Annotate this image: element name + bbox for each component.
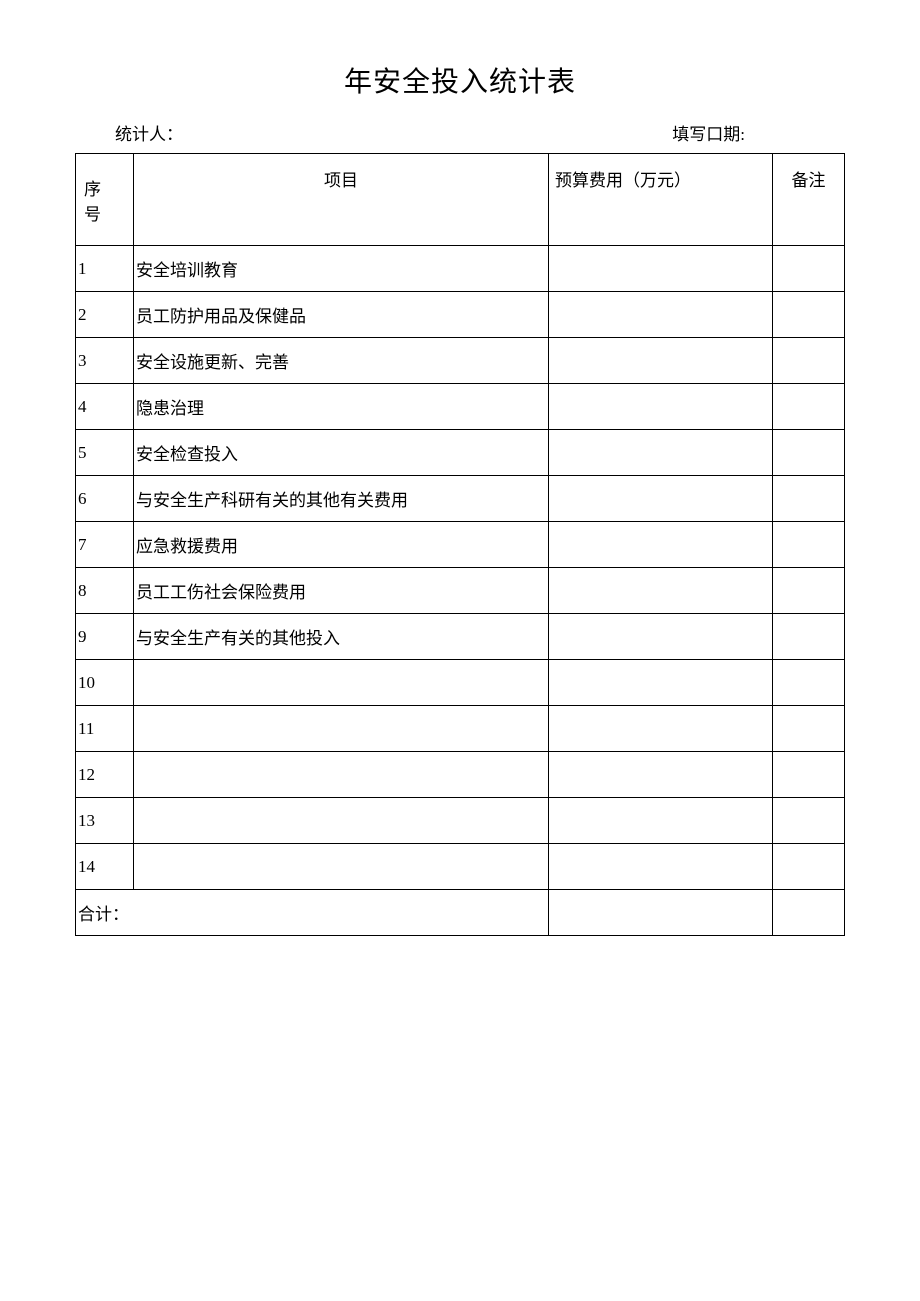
header-budget: 预算费用（万元） [549,154,773,246]
cell-remark [773,798,845,844]
cell-budget [549,798,773,844]
cell-budget [549,522,773,568]
cell-budget [549,614,773,660]
cell-seq: 4 [76,384,134,430]
cell-remark [773,706,845,752]
cell-item [134,706,549,752]
table-row: 13 [76,798,845,844]
table-row: 12 [76,752,845,798]
cell-item [134,798,549,844]
cell-remark [773,338,845,384]
cell-remark [773,614,845,660]
cell-seq: 6 [76,476,134,522]
header-item: 项目 [134,154,549,246]
table-header-row: 序 号 项目 预算费用（万元） 备注 [76,154,845,246]
cell-item: 安全培训教育 [134,246,549,292]
cell-budget [549,706,773,752]
cell-seq: 11 [76,706,134,752]
cell-item: 安全检查投入 [134,430,549,476]
cell-seq: 13 [76,798,134,844]
cell-remark [773,246,845,292]
total-budget [549,890,773,936]
page-title: 年安全投入统计表 [75,60,845,100]
cell-remark [773,476,845,522]
cell-seq: 12 [76,752,134,798]
cell-remark [773,430,845,476]
cell-item: 与安全生产科研有关的其他有关费用 [134,476,549,522]
cell-seq: 14 [76,844,134,890]
total-remark [773,890,845,936]
cell-budget [549,660,773,706]
cell-item [134,844,549,890]
cell-item [134,752,549,798]
cell-seq: 2 [76,292,134,338]
header-seq: 序 号 [76,154,134,246]
cell-seq: 10 [76,660,134,706]
cell-seq: 3 [76,338,134,384]
table-row: 8 员工工伤社会保险费用 [76,568,845,614]
cell-remark [773,752,845,798]
cell-seq: 8 [76,568,134,614]
table-row: 14 [76,844,845,890]
cell-budget [549,246,773,292]
header-remark: 备注 [773,154,845,246]
table-row: 2 员工防护用品及保健品 [76,292,845,338]
cell-budget [549,430,773,476]
cell-budget [549,844,773,890]
cell-budget [549,568,773,614]
cell-item: 员工防护用品及保健品 [134,292,549,338]
stat-person-label: 统计人： [115,120,183,145]
fill-date-label: 填写口期: [672,120,805,145]
cell-item: 员工工伤社会保险费用 [134,568,549,614]
cell-remark [773,384,845,430]
cell-remark [773,522,845,568]
table-row: 7 应急救援费用 [76,522,845,568]
cell-item: 隐患治理 [134,384,549,430]
cell-seq: 9 [76,614,134,660]
table-row: 4 隐患治理 [76,384,845,430]
cell-remark [773,844,845,890]
cell-seq: 7 [76,522,134,568]
total-label: 合计： [76,890,549,936]
table-row: 9 与安全生产有关的其他投入 [76,614,845,660]
cell-seq: 5 [76,430,134,476]
table-total-row: 合计： [76,890,845,936]
cell-item [134,660,549,706]
cell-budget [549,752,773,798]
investment-table: 序 号 项目 预算费用（万元） 备注 1 安全培训教育 2 员工防护用品及保健品… [75,153,845,936]
cell-budget [549,384,773,430]
table-row: 5 安全检查投入 [76,430,845,476]
table-row: 10 [76,660,845,706]
cell-item: 与安全生产有关的其他投入 [134,614,549,660]
cell-remark [773,292,845,338]
cell-budget [549,476,773,522]
cell-item: 安全设施更新、完善 [134,338,549,384]
table-row: 1 安全培训教育 [76,246,845,292]
table-row: 6 与安全生产科研有关的其他有关费用 [76,476,845,522]
cell-remark [773,660,845,706]
cell-budget [549,338,773,384]
table-body: 1 安全培训教育 2 员工防护用品及保健品 3 安全设施更新、完善 4 隐患治理… [76,246,845,936]
meta-row: 统计人： 填写口期: [75,120,845,145]
cell-budget [549,292,773,338]
cell-seq: 1 [76,246,134,292]
cell-remark [773,568,845,614]
table-row: 11 [76,706,845,752]
table-row: 3 安全设施更新、完善 [76,338,845,384]
cell-item: 应急救援费用 [134,522,549,568]
